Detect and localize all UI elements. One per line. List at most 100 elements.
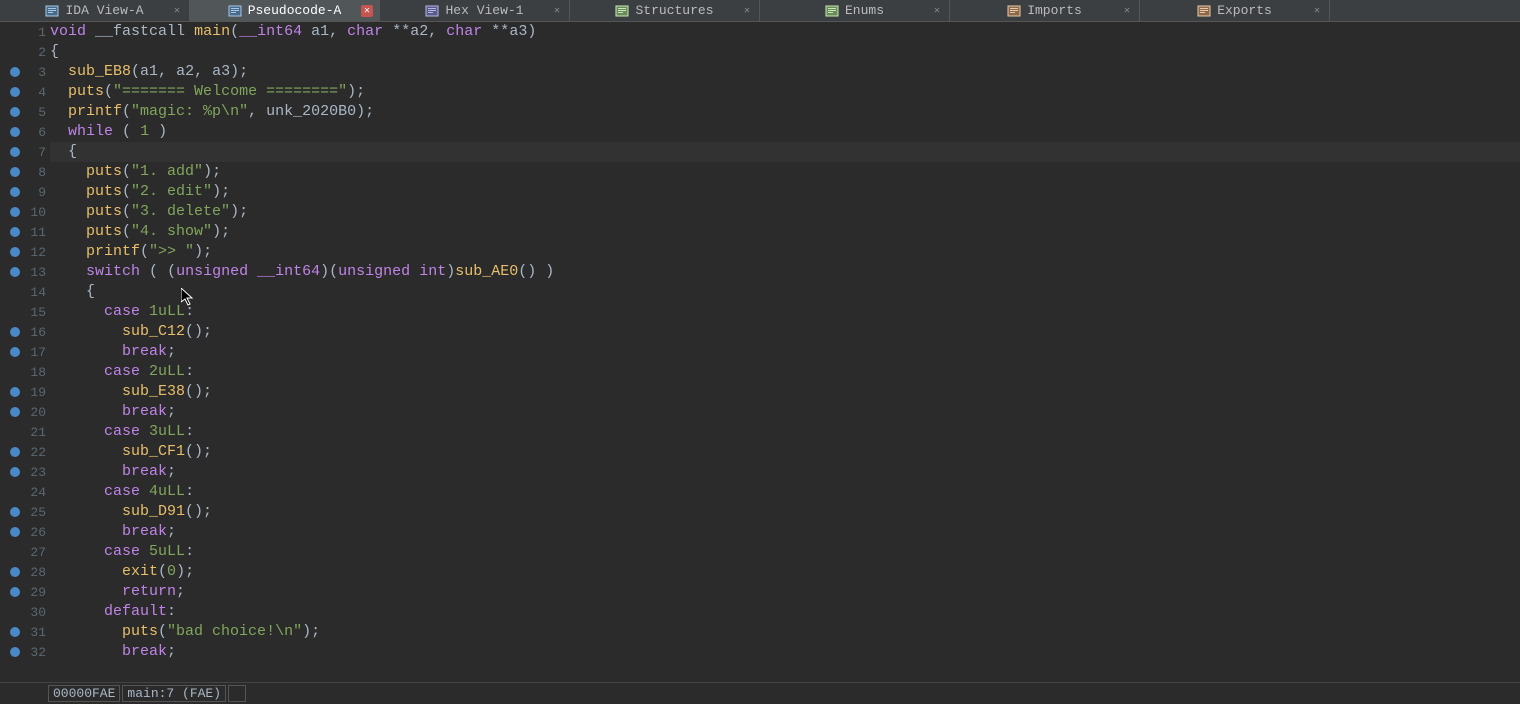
line-number[interactable]: 14 [0,282,50,302]
line-number[interactable]: 10 [0,202,50,222]
code-line[interactable]: case 3uLL: [50,422,1520,442]
line-number[interactable]: 12 [0,242,50,262]
line-number[interactable]: 31 [0,622,50,642]
line-number[interactable]: 5 [0,102,50,122]
tab-enums[interactable]: Enums✕ [760,0,950,21]
close-icon[interactable]: ✕ [1311,5,1323,17]
code-line[interactable]: { [50,42,1520,62]
code-area[interactable]: void __fastcall main(__int64 a1, char **… [50,22,1520,682]
line-number[interactable]: 15 [0,302,50,322]
code-line[interactable]: puts("4. show"); [50,222,1520,242]
code-line[interactable]: puts("======= Welcome ========"); [50,82,1520,102]
code-line[interactable]: case 2uLL: [50,362,1520,382]
close-icon[interactable]: ✕ [551,5,563,17]
breakpoint-icon[interactable] [10,647,20,657]
code-line[interactable]: sub_E38(); [50,382,1520,402]
breakpoint-icon[interactable] [10,387,20,397]
code-line[interactable]: sub_C12(); [50,322,1520,342]
code-line[interactable]: case 5uLL: [50,542,1520,562]
line-number[interactable]: 4 [0,82,50,102]
code-line[interactable]: sub_EB8(a1, a2, a3); [50,62,1520,82]
breakpoint-icon[interactable] [10,567,20,577]
code-line[interactable]: puts("bad choice!\n"); [50,622,1520,642]
code-line[interactable]: break; [50,402,1520,422]
close-icon[interactable]: ✕ [741,5,753,17]
breakpoint-icon[interactable] [10,207,20,217]
line-number[interactable]: 18 [0,362,50,382]
breakpoint-icon[interactable] [10,527,20,537]
line-number[interactable]: 26 [0,522,50,542]
tab-pseudocode-a[interactable]: Pseudocode-A✕ [190,0,380,21]
line-number[interactable]: 20 [0,402,50,422]
line-number[interactable]: 21 [0,422,50,442]
close-icon[interactable]: ✕ [1121,5,1133,17]
code-line[interactable]: { [50,282,1520,302]
code-line[interactable]: break; [50,462,1520,482]
close-icon[interactable]: ✕ [931,5,943,17]
line-number[interactable]: 24 [0,482,50,502]
line-number[interactable]: 27 [0,542,50,562]
tab-exports[interactable]: Exports✕ [1140,0,1330,21]
breakpoint-icon[interactable] [10,267,20,277]
breakpoint-icon[interactable] [10,407,20,417]
code-line[interactable]: printf("magic: %p\n", unk_2020B0); [50,102,1520,122]
breakpoint-icon[interactable] [10,327,20,337]
breakpoint-icon[interactable] [10,127,20,137]
breakpoint-icon[interactable] [10,147,20,157]
tab-hex-view-1[interactable]: Hex View-1✕ [380,0,570,21]
breakpoint-icon[interactable] [10,627,20,637]
breakpoint-icon[interactable] [10,167,20,177]
code-line[interactable]: while ( 1 ) [50,122,1520,142]
code-editor[interactable]: 1234567891011121314151617181920212223242… [0,22,1520,682]
line-number[interactable]: 28 [0,562,50,582]
code-line[interactable]: default: [50,602,1520,622]
breakpoint-icon[interactable] [10,467,20,477]
code-line[interactable]: sub_D91(); [50,502,1520,522]
breakpoint-icon[interactable] [10,447,20,457]
code-line[interactable]: switch ( (unsigned __int64)(unsigned int… [50,262,1520,282]
line-number[interactable]: 29 [0,582,50,602]
code-line[interactable]: sub_CF1(); [50,442,1520,462]
breakpoint-icon[interactable] [10,87,20,97]
line-number[interactable]: 9 [0,182,50,202]
code-line[interactable]: break; [50,522,1520,542]
code-line[interactable]: break; [50,342,1520,362]
breakpoint-icon[interactable] [10,247,20,257]
code-line[interactable]: { [50,142,1520,162]
breakpoint-icon[interactable] [10,347,20,357]
line-number[interactable]: 1 [0,22,50,42]
code-line[interactable]: return; [50,582,1520,602]
breakpoint-icon[interactable] [10,227,20,237]
line-number[interactable]: 3 [0,62,50,82]
tab-imports[interactable]: Imports✕ [950,0,1140,21]
code-line[interactable]: puts("2. edit"); [50,182,1520,202]
line-number[interactable]: 17 [0,342,50,362]
line-number[interactable]: 11 [0,222,50,242]
line-number[interactable]: 19 [0,382,50,402]
tab-ida-view-a[interactable]: IDA View-A✕ [0,0,190,21]
line-number[interactable]: 23 [0,462,50,482]
code-line[interactable]: case 1uLL: [50,302,1520,322]
line-number[interactable]: 22 [0,442,50,462]
line-number[interactable]: 30 [0,602,50,622]
code-line[interactable]: case 4uLL: [50,482,1520,502]
breakpoint-icon[interactable] [10,187,20,197]
code-line[interactable]: exit(0); [50,562,1520,582]
line-number[interactable]: 7 [0,142,50,162]
code-line[interactable]: printf(">> "); [50,242,1520,262]
breakpoint-icon[interactable] [10,587,20,597]
line-number[interactable]: 2 [0,42,50,62]
breakpoint-icon[interactable] [10,507,20,517]
tab-structures[interactable]: Structures✕ [570,0,760,21]
code-line[interactable]: puts("3. delete"); [50,202,1520,222]
breakpoint-icon[interactable] [10,67,20,77]
breakpoint-icon[interactable] [10,107,20,117]
close-icon[interactable]: ✕ [171,5,183,17]
line-number[interactable]: 32 [0,642,50,662]
code-line[interactable]: puts("1. add"); [50,162,1520,182]
line-number[interactable]: 8 [0,162,50,182]
line-number[interactable]: 16 [0,322,50,342]
line-number[interactable]: 25 [0,502,50,522]
line-number[interactable]: 6 [0,122,50,142]
code-line[interactable]: void __fastcall main(__int64 a1, char **… [50,22,1520,42]
